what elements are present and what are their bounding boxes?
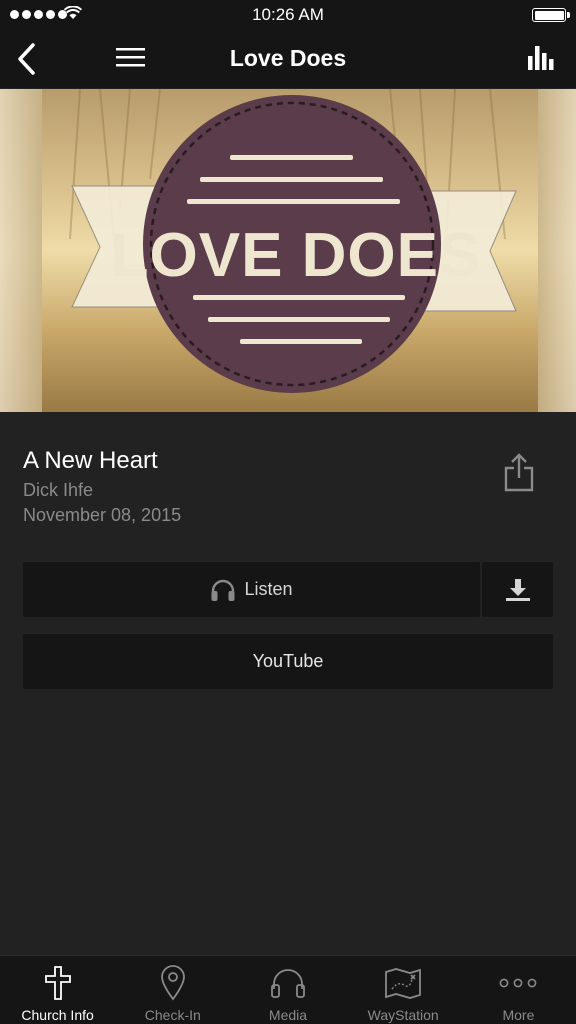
status-bar: 10:26 AM (0, 0, 576, 30)
tab-label: Church Info (21, 1007, 94, 1023)
headphones-icon (211, 579, 235, 601)
back-arrow-icon[interactable] (12, 40, 44, 78)
youtube-button[interactable]: YouTube (23, 634, 553, 689)
artwork-text: LOVE DOES (111, 221, 482, 290)
bar-chart-icon[interactable] (526, 44, 556, 72)
tab-bar: Church Info Check-In Media WayStation Mo… (0, 955, 576, 1024)
series-artwork: LOVE DOES (0, 89, 576, 412)
listen-label: Listen (244, 579, 293, 599)
navigation-bar: Love Does (0, 30, 576, 88)
love-does-badge: LOVE DOES (69, 89, 517, 393)
headphones-icon (268, 964, 308, 1002)
sermon-title: A New Heart (23, 447, 158, 474)
tab-label: Check-In (144, 1007, 201, 1023)
status-time: 10:26 AM (252, 5, 324, 24)
tab-church-info[interactable]: Church Info (0, 956, 115, 1024)
tab-media[interactable]: Media (230, 956, 345, 1024)
map-icon (383, 964, 423, 1002)
tab-more[interactable]: More (461, 956, 576, 1024)
share-icon[interactable] (502, 452, 536, 494)
tab-label: WayStation (367, 1007, 439, 1023)
location-pin-icon (153, 964, 193, 1002)
download-icon (505, 578, 530, 601)
tab-label: Media (268, 1007, 308, 1023)
youtube-label: YouTube (252, 651, 324, 671)
sermon-detail-screen: 10:26 AM Love Does LOVE DOES A New Heart… (0, 0, 576, 1024)
hamburger-menu-icon[interactable] (114, 44, 148, 72)
download-button[interactable] (482, 562, 553, 617)
sermon-speaker: Dick Ihfe (23, 480, 94, 500)
page-title: Love Does (229, 45, 347, 71)
more-dots-icon (498, 964, 538, 1002)
sermon-date: November 08, 2015 (23, 505, 182, 525)
tab-check-in[interactable]: Check-In (115, 956, 230, 1024)
cross-icon (38, 964, 78, 1002)
tab-label: More (502, 1007, 535, 1023)
listen-button[interactable]: Listen (23, 562, 480, 617)
battery-icon (532, 8, 570, 22)
tab-waystation[interactable]: WayStation (346, 956, 461, 1024)
